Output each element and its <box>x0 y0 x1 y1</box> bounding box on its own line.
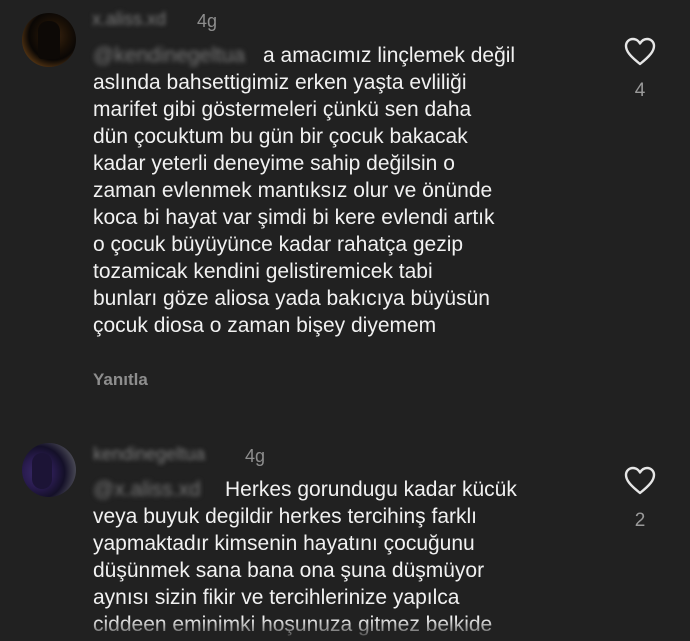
heart-icon[interactable] <box>624 466 656 496</box>
scroll-fade <box>0 619 690 641</box>
heart-icon[interactable] <box>624 37 656 67</box>
avatar[interactable] <box>22 443 76 497</box>
comment-time: 4g <box>197 11 218 31</box>
like-count: 2 <box>634 510 646 531</box>
comment-text: a amacımız linçlemek değil aslında bahse… <box>93 44 516 337</box>
comment-username[interactable]: kendinegeltua <box>93 444 205 465</box>
comment-text: Herkes gorundugu kadar kücük veya buyuk … <box>93 478 517 636</box>
comment-time: 4g <box>245 446 266 466</box>
like-count: 4 <box>634 80 646 101</box>
comment-username[interactable]: x.aliss.xd <box>92 9 166 30</box>
avatar[interactable] <box>22 13 76 67</box>
reply-button[interactable]: Yanıtla <box>93 370 148 390</box>
